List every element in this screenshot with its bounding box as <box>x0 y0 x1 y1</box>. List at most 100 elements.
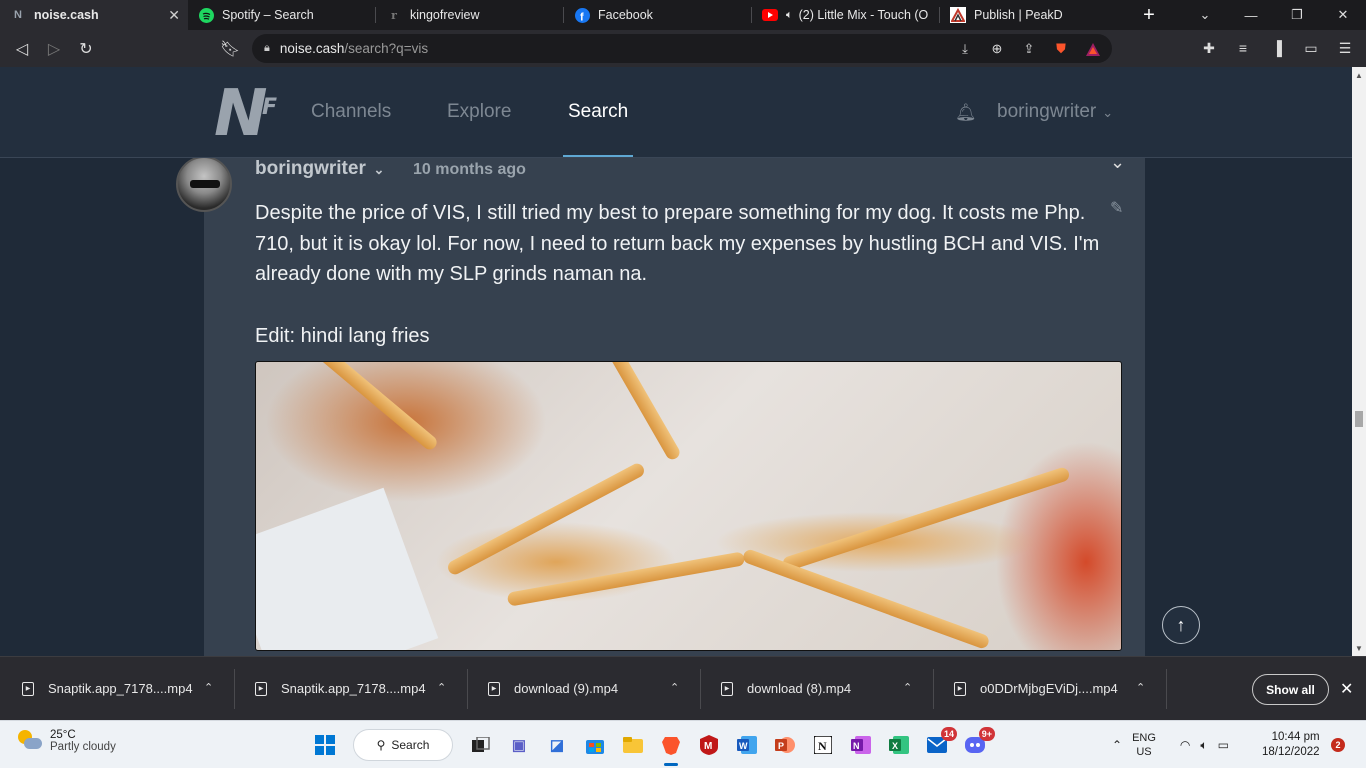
chevron-up-icon[interactable]: ⌃ <box>1136 681 1145 694</box>
download-item[interactable]: ▶ Snaptik.app_7178....mp4 ⌃ <box>233 657 468 721</box>
weather-temp: 25°C <box>50 729 76 741</box>
weather-desc: Partly cloudy <box>50 741 116 753</box>
sidebar-icon[interactable]: ▐ <box>1264 33 1290 63</box>
close-window-icon[interactable]: ✕ <box>1320 0 1366 30</box>
reload-icon[interactable]: ↻ <box>70 33 102 65</box>
svg-text:N: N <box>853 741 860 751</box>
zoom-icon[interactable]: ⊕ <box>986 38 1008 60</box>
language-indicator[interactable]: ENG US <box>1132 731 1156 759</box>
app-icon[interactable]: ◪ <box>541 729 573 761</box>
user-menu[interactable]: boringwriter ⌄ <box>997 101 1113 123</box>
new-tab-button[interactable]: + <box>1128 0 1170 30</box>
file-explorer-icon[interactable] <box>617 729 649 761</box>
back-icon[interactable]: ◁ <box>6 33 38 65</box>
notion-icon[interactable]: N <box>807 729 839 761</box>
taskbar-search-button[interactable]: ⚲ Search <box>353 729 453 761</box>
wifi-icon[interactable]: ◠ <box>1180 738 1190 752</box>
clock[interactable]: 10:44 pm 18/12/2022 <box>1262 730 1320 760</box>
forward-icon[interactable]: ▷ <box>38 33 70 65</box>
video-file-icon: ▶ <box>22 681 34 696</box>
download-filename: o0DDrMjbgEViDj....mp4 <box>980 681 1118 696</box>
tab-spotify[interactable]: Spotify – Search <box>188 0 376 30</box>
chevron-up-icon[interactable]: ⌃ <box>670 681 679 694</box>
download-filename: download (8).mp4 <box>747 681 852 696</box>
discord-icon[interactable]: 9+ <box>959 727 995 761</box>
excel-icon[interactable]: X <box>883 729 915 761</box>
speaker-icon[interactable]: 🔈︎ <box>786 9 793 22</box>
nav-explore[interactable]: Explore <box>447 101 511 123</box>
youtube-icon <box>762 7 778 23</box>
battery-icon[interactable]: ▭ <box>1218 738 1229 752</box>
post-timestamp[interactable]: 10 months ago <box>413 161 526 179</box>
facebook-icon: f <box>574 7 590 23</box>
notification-count-badge[interactable]: 2 <box>1331 738 1345 752</box>
tab-facebook[interactable]: f Facebook <box>564 0 752 30</box>
nav-channels[interactable]: Channels <box>311 101 391 123</box>
close-tab-icon[interactable]: ✕ <box>168 7 180 24</box>
post-paragraph: Edit: hindi lang fries <box>255 324 430 347</box>
scroll-to-top-button[interactable]: ↑ <box>1162 606 1200 644</box>
partly-cloudy-icon <box>18 730 42 752</box>
scrollbar-thumb[interactable] <box>1355 411 1363 427</box>
windows-start-icon[interactable] <box>309 729 341 761</box>
download-item[interactable]: ▶ download (9).mp4 ⌃ <box>466 657 701 721</box>
minimize-icon[interactable]: — <box>1228 0 1274 30</box>
bookmark-icon[interactable]: 🔖︎ <box>214 33 246 65</box>
clock-time: 10:44 pm <box>1271 731 1320 743</box>
task-view-icon[interactable] <box>465 729 497 761</box>
mail-icon[interactable]: 14 <box>921 727 957 761</box>
powerpoint-icon[interactable]: P <box>769 729 801 761</box>
wallet-icon[interactable]: ▭ <box>1298 33 1324 63</box>
address-bar[interactable]: 🔒︎ noise.cash/search?q=vis ⤓ ⊕ ⇪ ⛊ <box>252 34 1112 63</box>
lang-bottom: US <box>1136 746 1152 758</box>
post-image[interactable] <box>255 361 1122 651</box>
volume-icon[interactable]: 🔈︎ <box>1200 738 1207 753</box>
tab-noise-cash[interactable]: N noise.cash ✕ <box>0 0 188 30</box>
tab-peakd[interactable]: Publish | PeakD <box>940 0 1128 30</box>
avatar-glasses <box>190 180 220 188</box>
avatar[interactable] <box>176 158 232 212</box>
nav-search[interactable]: Search <box>568 101 628 123</box>
collapse-chevron-icon[interactable]: ⌄ <box>1110 158 1125 173</box>
playlist-icon[interactable]: ≡ <box>1230 33 1256 63</box>
brave-rewards-icon[interactable] <box>1082 38 1104 60</box>
word-icon[interactable]: W <box>731 729 763 761</box>
install-app-icon[interactable]: ⤓ <box>954 38 976 60</box>
show-all-button[interactable]: Show all <box>1252 674 1329 705</box>
tab-kingofreview[interactable]: r kingofreview <box>376 0 564 30</box>
mcafee-icon[interactable]: M <box>693 729 725 761</box>
brave-shields-icon[interactable]: ⛊ <box>1050 38 1072 60</box>
show-hidden-icons-chevron-icon[interactable]: ⌃ <box>1112 738 1122 752</box>
tab-title: Spotify – Search <box>222 8 314 22</box>
window-controls: ⌄ — ❐ ✕ <box>1182 0 1366 30</box>
scroll-up-arrow-icon[interactable]: ▲ <box>1355 71 1363 80</box>
chevron-up-icon[interactable]: ⌃ <box>903 681 912 694</box>
chat-icon[interactable]: ▣ <box>503 729 535 761</box>
tab-youtube[interactable]: 🔈︎ (2) Little Mix - Touch (O <box>752 0 940 30</box>
username: boringwriter <box>997 101 1097 122</box>
scroll-down-arrow-icon[interactable]: ▼ <box>1355 644 1363 653</box>
download-item[interactable]: ▶ download (8).mp4 ⌃ <box>699 657 934 721</box>
download-item[interactable]: ▶ Snaptik.app_7178....mp4 ⌃ <box>0 657 235 721</box>
menu-icon[interactable]: ☰ <box>1332 33 1358 63</box>
extensions-icon[interactable]: ✚ <box>1196 33 1222 63</box>
noise-cash-logo[interactable]: N F <box>214 82 284 146</box>
page-scrollbar[interactable]: ▲ ▼ <box>1352 67 1366 656</box>
chevron-up-icon[interactable]: ⌃ <box>437 681 446 694</box>
tab-search-chevron-icon[interactable]: ⌄ <box>1182 0 1228 30</box>
weather-widget[interactable]: 25°C Partly cloudy <box>18 729 116 753</box>
svg-text:X: X <box>892 741 898 751</box>
toolbar-right: ✚ ≡ ▐ ▭ ☰ <box>1196 33 1358 63</box>
bell-icon[interactable]: 🔔︎ <box>955 103 977 123</box>
brave-browser-icon[interactable] <box>655 729 687 766</box>
onenote-icon[interactable]: N <box>845 729 877 761</box>
chevron-down-icon: ⌄ <box>1102 105 1114 120</box>
restore-icon[interactable]: ❐ <box>1274 0 1320 30</box>
post-paragraph: Despite the price of VIS, I still tried … <box>255 202 1100 285</box>
microsoft-store-icon[interactable] <box>579 729 611 761</box>
post-author[interactable]: boringwriter ⌄ <box>255 158 384 180</box>
close-downloads-icon[interactable]: ✕ <box>1340 679 1353 699</box>
download-item[interactable]: ▶ o0DDrMjbgEViDj....mp4 ⌃ <box>932 657 1167 721</box>
chevron-up-icon[interactable]: ⌃ <box>204 681 213 694</box>
share-icon[interactable]: ⇪ <box>1018 38 1040 60</box>
